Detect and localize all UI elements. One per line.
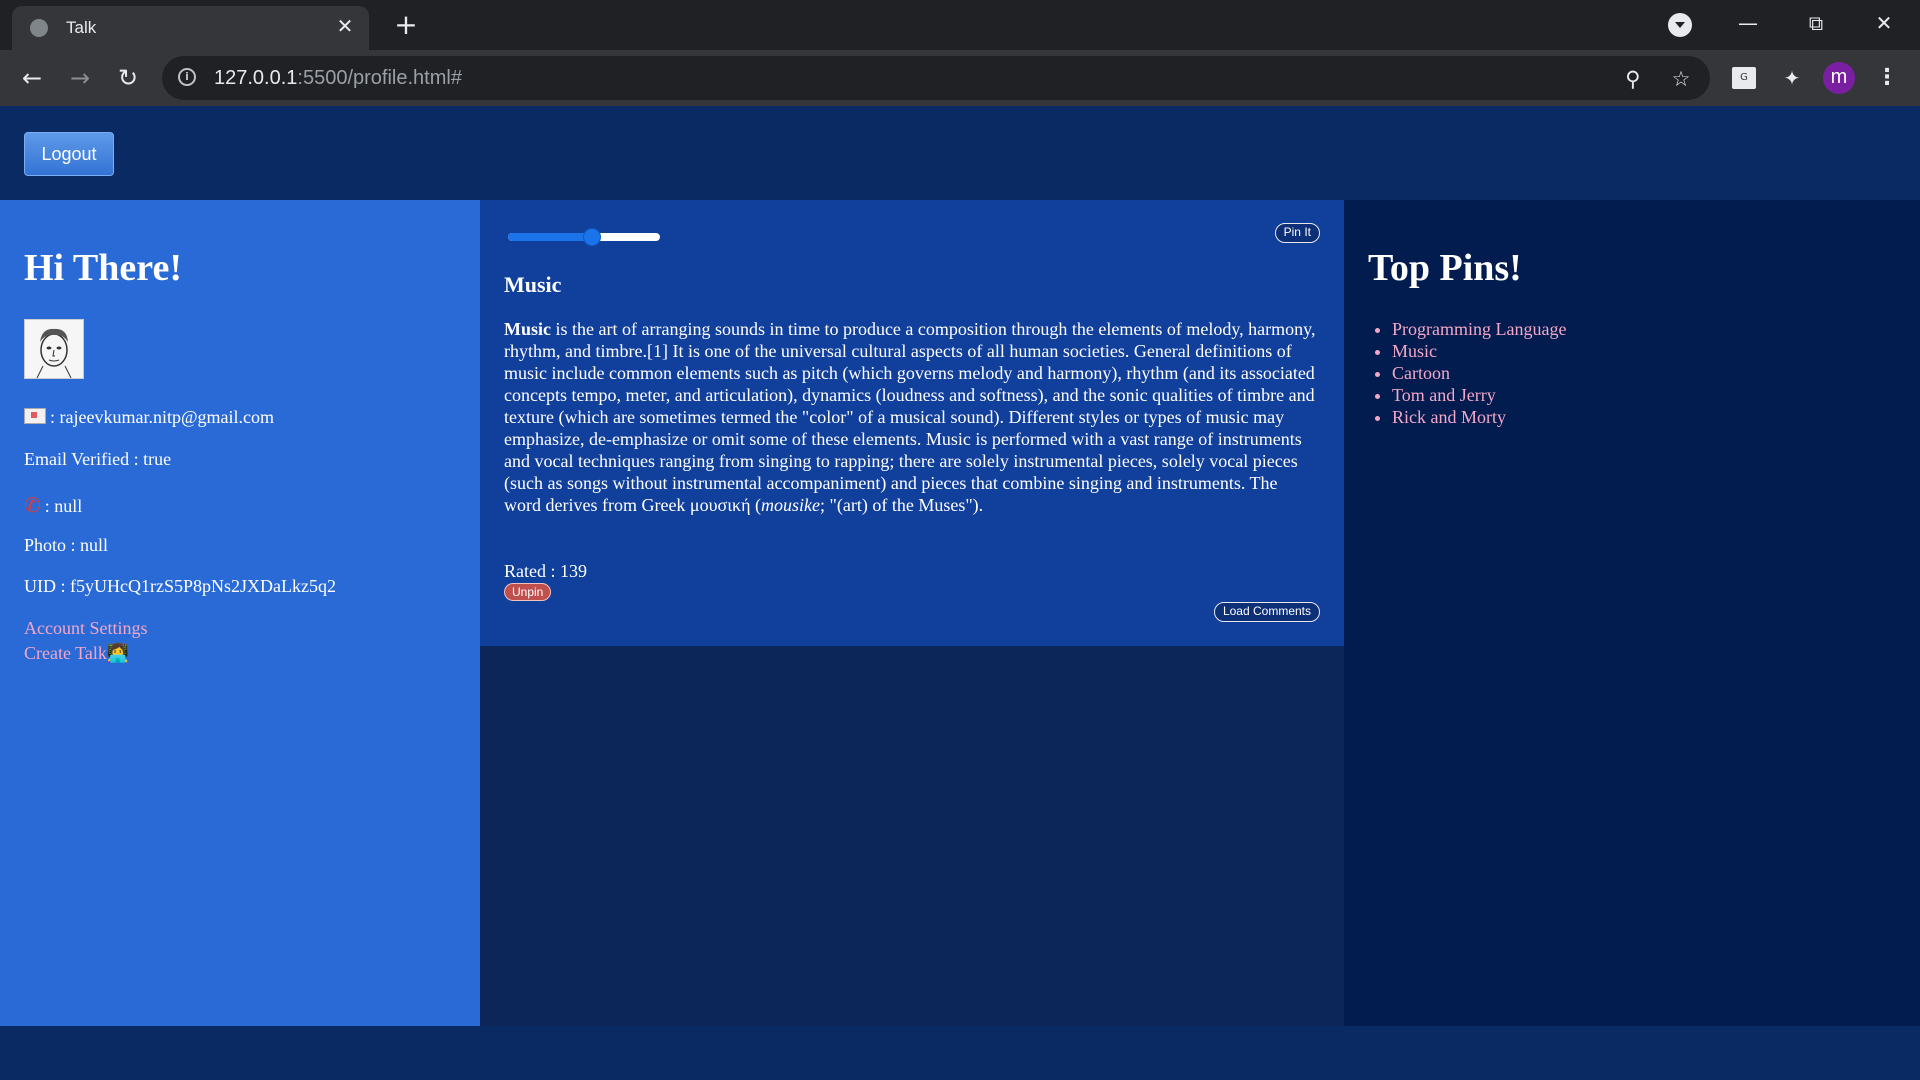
logout-button[interactable]: Logout	[24, 132, 114, 176]
forward-icon[interactable]: →	[64, 62, 96, 94]
talk-card: Pin It Music Music is the art of arrangi…	[480, 200, 1344, 646]
window-close-icon[interactable]: ✕	[1861, 8, 1907, 38]
talk-title: Music	[504, 272, 562, 297]
minimize-icon[interactable]: —	[1725, 8, 1771, 38]
top-pin-item[interactable]: Programming Language	[1392, 318, 1566, 340]
page-header: Logout	[0, 106, 1920, 200]
info-icon[interactable]: i	[178, 68, 196, 86]
reload-icon[interactable]: ↻	[112, 62, 144, 94]
top-pins-heading: Top Pins!	[1368, 247, 1522, 289]
unpin-button[interactable]: Unpin	[504, 583, 552, 601]
top-pin-item[interactable]: Cartoon	[1392, 362, 1566, 384]
top-pin-item[interactable]: Rick and Morty	[1392, 406, 1566, 428]
technologist-icon: 👩‍💻	[106, 643, 130, 664]
top-pin-item[interactable]: Tom and Jerry	[1392, 384, 1566, 406]
greeting-heading: Hi There!	[24, 247, 182, 289]
create-talk-link[interactable]: Create Talk👩‍💻	[24, 643, 129, 664]
close-icon[interactable]: ✕	[333, 14, 357, 38]
phone-icon: ✆	[24, 493, 41, 517]
tab-search-icon[interactable]	[1668, 13, 1692, 37]
account-settings-link[interactable]: Account Settings	[24, 618, 148, 639]
rating-slider[interactable]	[508, 228, 660, 246]
url-text[interactable]: 127.0.0.1:5500/profile.html#	[214, 67, 462, 90]
profile-avatar[interactable]: m	[1823, 62, 1855, 94]
top-pins-panel: Top Pins! Programming Language Music Car…	[1344, 200, 1920, 1026]
extension-box-icon[interactable]: G	[1732, 67, 1756, 89]
browser-toolbar: ← → ↻ i 127.0.0.1:5500/profile.html# ⚲ ☆	[0, 50, 1920, 106]
top-pin-item[interactable]: Music	[1392, 340, 1566, 362]
top-pins-list: Programming Language Music Cartoon Tom a…	[1368, 318, 1566, 428]
puzzle-icon[interactable]: ✦	[1778, 64, 1806, 92]
email-verified: Email Verified : true	[24, 449, 172, 469]
profile-picture	[24, 319, 84, 379]
slider-fill	[508, 233, 592, 241]
email-value: : rajeevkumar.nitp@gmail.com	[50, 407, 275, 427]
new-tab-icon[interactable]: +	[390, 10, 422, 42]
globe-icon	[30, 19, 48, 37]
talk-body: Music is the art of arranging sounds in …	[504, 319, 1316, 515]
talk-rating: Rated : 139	[504, 561, 587, 581]
star-icon[interactable]: ☆	[1668, 66, 1694, 92]
browser-tab[interactable]: Talk ✕	[12, 6, 369, 50]
create-talk-label: Create Talk	[24, 643, 107, 663]
address-bar[interactable]: i 127.0.0.1:5500/profile.html# ⚲ ☆	[162, 56, 1710, 100]
profile-panel: Hi There! : rajeevkumar.nitp@gmail.com E…	[0, 200, 480, 1026]
uid-row: UID : f5yUHcQ1rzS5P8pNs2JXDaLkz5q2	[24, 576, 336, 596]
phone-row: ✆: null	[24, 493, 82, 517]
email-row: : rajeevkumar.nitp@gmail.com	[24, 407, 274, 428]
zoom-icon[interactable]: ⚲	[1620, 66, 1646, 92]
page-footer	[0, 1026, 1920, 1080]
photo-row: Photo : null	[24, 535, 109, 555]
menu-icon[interactable]: ⋮	[1876, 62, 1898, 94]
pin-it-button[interactable]: Pin It	[1274, 223, 1320, 243]
talks-feed: Pin It Music Music is the art of arrangi…	[480, 200, 1344, 1026]
browser-tab-bar: Talk ✕ + — ⧉ ✕	[0, 0, 1920, 50]
back-icon[interactable]: ←	[16, 62, 48, 94]
slider-thumb[interactable]	[582, 228, 601, 246]
load-comments-button[interactable]: Load Comments	[1213, 602, 1320, 622]
envelope-icon	[24, 408, 46, 424]
phone-value: : null	[44, 496, 83, 516]
tab-title: Talk	[66, 18, 97, 37]
restore-icon[interactable]: ⧉	[1793, 8, 1839, 38]
